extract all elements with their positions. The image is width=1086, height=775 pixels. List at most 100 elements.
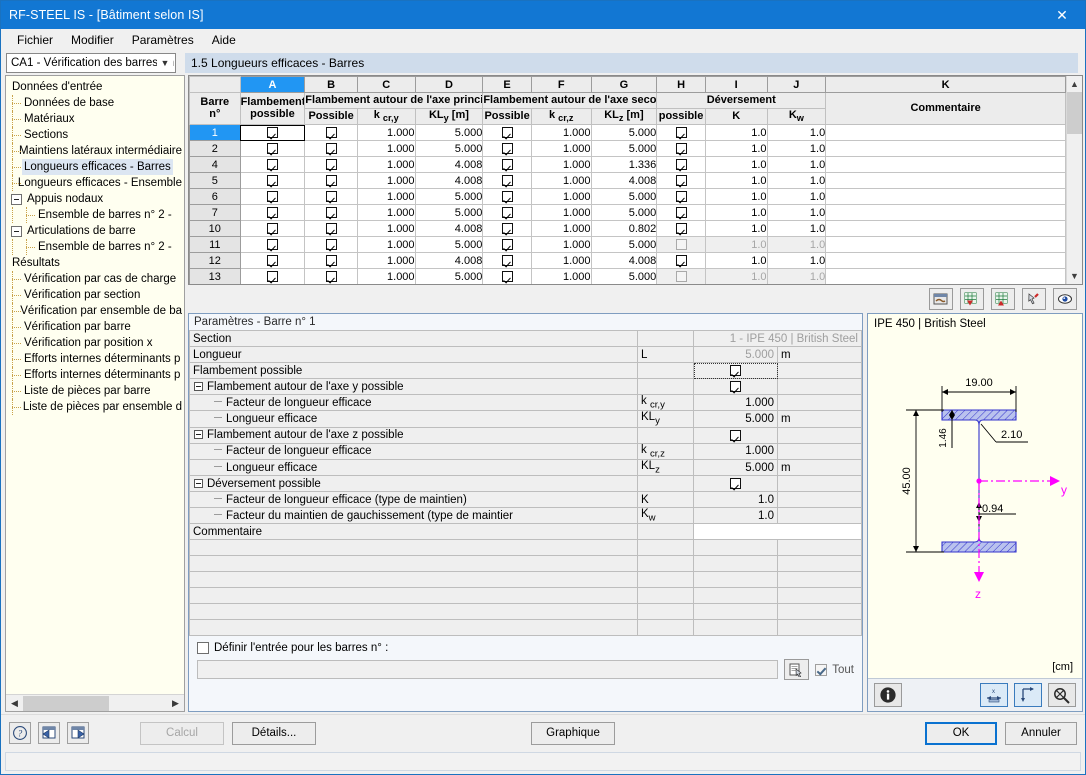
- cell-ltb-possible-checkbox[interactable]: [656, 220, 706, 237]
- cell-ltb-possible-checkbox[interactable]: [656, 124, 706, 141]
- cell-kcrz[interactable]: 1.000: [530, 156, 592, 173]
- minor-possible-checkbox[interactable]: [501, 239, 513, 251]
- navigation-tree[interactable]: Données d'entrée Données de base Matériaux…: [6, 76, 184, 694]
- parameter-row[interactable]: Commentaire: [189, 523, 862, 541]
- cell-major-possible-checkbox[interactable]: [304, 236, 358, 253]
- cell-k-factor[interactable]: 1.0: [704, 140, 768, 157]
- cell-kly[interactable]: 5.000: [414, 204, 484, 221]
- details-button[interactable]: Détails...: [232, 721, 316, 745]
- cell-kcrz[interactable]: 1.000: [530, 268, 592, 284]
- cell-major-possible-checkbox[interactable]: [304, 252, 358, 269]
- table-row[interactable]: 6 1.000 5.000 1.000 5.000 1.0 1.0: [189, 188, 1066, 205]
- major-possible-checkbox[interactable]: [325, 271, 337, 283]
- info-icon[interactable]: [874, 683, 902, 707]
- cell-empty[interactable]: [189, 539, 638, 557]
- cell-comment[interactable]: [825, 252, 1066, 269]
- buckling-possible-checkbox[interactable]: [266, 239, 278, 251]
- cell-ltb-possible-checkbox[interactable]: [656, 156, 706, 173]
- table-row[interactable]: 11 1.000 5.000 1.000 5.000 1.0 1.0: [189, 236, 1066, 253]
- cell-kly[interactable]: 5.000: [414, 124, 484, 141]
- parameter-value-cell[interactable]: 5.000: [693, 410, 778, 428]
- parameter-checkbox[interactable]: [730, 380, 741, 392]
- table-row[interactable]: 13 1.000 5.000 1.000 5.000 1.0 1.0: [189, 268, 1066, 284]
- axes-icon[interactable]: [1014, 683, 1042, 707]
- cell-empty[interactable]: [777, 539, 862, 557]
- cell-empty[interactable]: [189, 587, 638, 605]
- cell-ltb-possible-checkbox[interactable]: [656, 140, 706, 157]
- buckling-possible-checkbox[interactable]: [266, 175, 278, 187]
- tree-expander-icon[interactable]: [11, 225, 22, 237]
- ltb-possible-checkbox[interactable]: [675, 223, 687, 235]
- scrollbar-thumb[interactable]: [23, 695, 109, 711]
- cell-k-factor[interactable]: 1.0: [704, 236, 768, 253]
- major-possible-checkbox[interactable]: [325, 255, 337, 267]
- cell-klz[interactable]: 5.000: [590, 268, 658, 284]
- cell-empty[interactable]: [777, 555, 862, 573]
- cell-ltb-possible-checkbox[interactable]: [656, 204, 706, 221]
- cell-kly[interactable]: 4.008: [414, 252, 484, 269]
- cell-major-possible-checkbox[interactable]: [304, 204, 358, 221]
- cell-ltb-possible-checkbox[interactable]: [656, 268, 706, 284]
- next-dialog-icon[interactable]: [67, 722, 89, 744]
- minor-possible-checkbox[interactable]: [501, 127, 513, 139]
- tree-expander-icon[interactable]: [11, 193, 22, 205]
- cell-kcrz[interactable]: 1.000: [530, 220, 592, 237]
- row-member-number[interactable]: 10: [189, 220, 241, 237]
- parameter-row[interactable]: Longueur efficace KLz 5.000 m: [189, 458, 862, 477]
- sidebar-item-19[interactable]: Liste de pièces par barre: [6, 383, 184, 399]
- cell-k-factor[interactable]: 1.0: [704, 156, 768, 173]
- parameter-row-empty[interactable]: [189, 571, 862, 589]
- cell-empty[interactable]: [189, 571, 638, 589]
- cell-klz[interactable]: 5.000: [590, 204, 658, 221]
- all-members-row[interactable]: Tout: [815, 663, 854, 676]
- major-possible-checkbox[interactable]: [325, 175, 337, 187]
- parameter-value-cell[interactable]: [693, 378, 778, 395]
- cell-k-factor[interactable]: 1.0: [704, 188, 768, 205]
- cell-kw-factor[interactable]: 1.0: [766, 140, 827, 157]
- parameter-expander-icon[interactable]: [194, 381, 203, 391]
- cell-kcry[interactable]: 1.000: [356, 172, 416, 189]
- table-row[interactable]: 2 1.000 5.000 1.000 5.000 1.0 1.0: [189, 140, 1066, 157]
- parameter-row-empty[interactable]: [189, 619, 862, 637]
- cell-k-factor[interactable]: 1.0: [704, 268, 768, 284]
- minor-possible-checkbox[interactable]: [501, 223, 513, 235]
- ltb-possible-checkbox[interactable]: [675, 207, 687, 219]
- cell-kw-factor[interactable]: 1.0: [766, 188, 827, 205]
- load-case-combo[interactable]: CA1 - Vérification des barres en ▼: [6, 53, 176, 73]
- ltb-possible-checkbox[interactable]: [675, 143, 687, 155]
- cell-buckling-possible-checkbox[interactable]: [239, 268, 306, 284]
- minor-possible-checkbox[interactable]: [501, 255, 513, 267]
- cell-klz[interactable]: 4.008: [590, 172, 658, 189]
- row-member-number[interactable]: 12: [189, 252, 241, 269]
- cell-comment[interactable]: [825, 204, 1066, 221]
- cell-major-possible-checkbox[interactable]: [304, 172, 358, 189]
- cell-k-factor[interactable]: 1.0: [704, 124, 768, 141]
- cell-kcrz[interactable]: 1.000: [530, 236, 592, 253]
- parameter-expander-icon[interactable]: [194, 478, 203, 488]
- cell-kw-factor[interactable]: 1.0: [766, 156, 827, 173]
- table-row[interactable]: 10 1.000 4.008 1.000 0.802 1.0 1.0: [189, 220, 1066, 237]
- cell-kcry[interactable]: 1.000: [356, 140, 416, 157]
- minor-possible-checkbox[interactable]: [501, 271, 513, 283]
- parameter-row[interactable]: Flambement autour de l'axe z possible: [189, 426, 862, 444]
- scroll-left-icon[interactable]: ◀: [6, 695, 23, 711]
- cell-kcry[interactable]: 1.000: [356, 236, 416, 253]
- cell-comment[interactable]: [825, 124, 1066, 141]
- pick-members-icon[interactable]: [784, 659, 810, 681]
- cell-major-possible-checkbox[interactable]: [304, 124, 358, 141]
- zoom-reset-icon[interactable]: [1048, 683, 1076, 707]
- parameter-row[interactable]: Flambement autour de l'axe y possible: [189, 378, 862, 395]
- row-member-number[interactable]: 13: [189, 268, 241, 284]
- cell-buckling-possible-checkbox[interactable]: [239, 204, 306, 221]
- buckling-possible-checkbox[interactable]: [266, 207, 278, 219]
- major-possible-checkbox[interactable]: [325, 239, 337, 251]
- cell-empty[interactable]: [693, 539, 778, 557]
- sidebar-item-10[interactable]: Ensemble de barres n° 2 -: [6, 239, 184, 255]
- cell-minor-possible-checkbox[interactable]: [482, 156, 532, 173]
- cell-empty[interactable]: [189, 555, 638, 573]
- cell-empty[interactable]: [637, 539, 694, 557]
- sidebar-item-13[interactable]: Vérification par section: [6, 287, 184, 303]
- cell-major-possible-checkbox[interactable]: [304, 140, 358, 157]
- ltb-possible-checkbox[interactable]: [675, 271, 687, 283]
- sidebar-item-4[interactable]: Maintiens latéraux intermédiaire: [6, 143, 184, 159]
